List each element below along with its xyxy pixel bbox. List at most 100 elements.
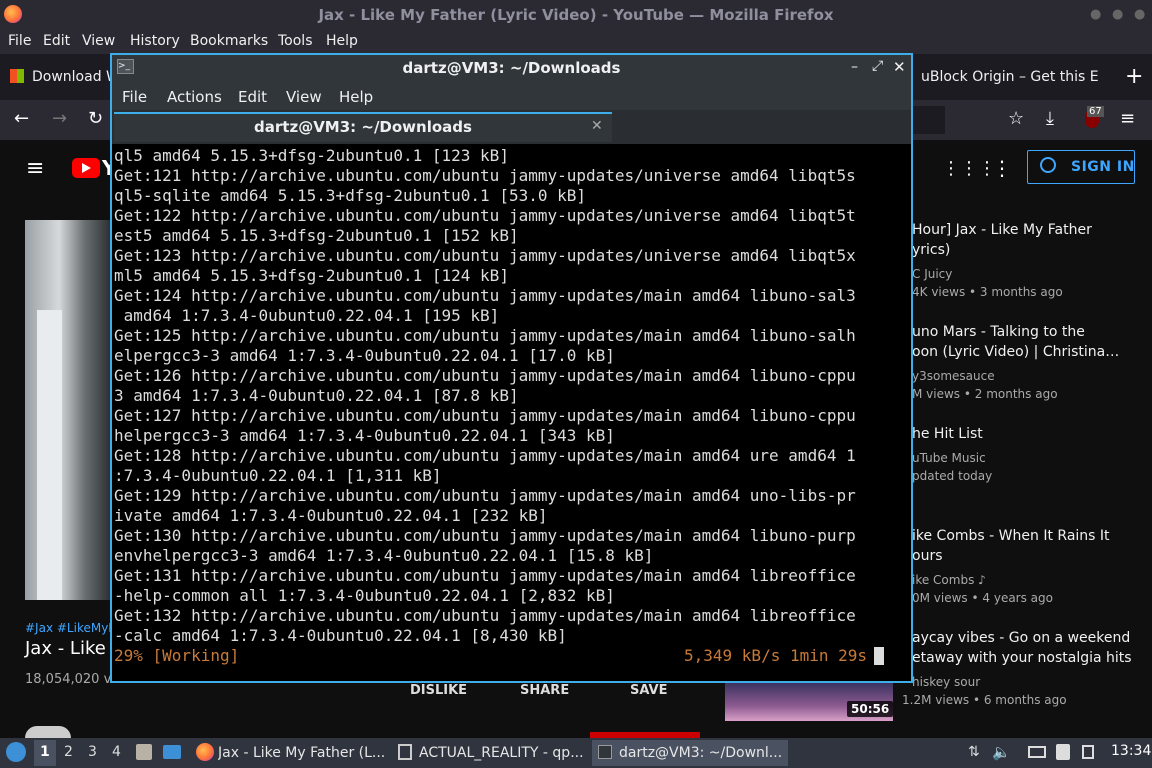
rec-2-channel: y3somesauce (912, 369, 995, 383)
show-desktop-icon[interactable] (163, 745, 181, 759)
bookmark-star-icon[interactable]: ☆ (1008, 108, 1024, 129)
terminal-menu-actions[interactable]: Actions (167, 88, 222, 106)
video-frame (37, 310, 62, 600)
terminal-line: :7.3.4-0ubuntu0.22.04.1 [1,311 kB] (114, 466, 442, 485)
battery-icon[interactable] (1082, 745, 1094, 759)
channel-avatar[interactable] (25, 726, 71, 738)
rec-3-title-line1[interactable]: he Hit List (912, 424, 1142, 444)
workspace-3[interactable]: 3 (88, 744, 97, 760)
new-tab-button[interactable]: + (1125, 64, 1143, 89)
terminal-line: Get:130 http://archive.ubuntu.com/ubuntu… (114, 526, 856, 545)
display-icon[interactable] (1028, 746, 1046, 758)
terminal-line: ivate amd64 1:7.3.4-0ubuntu0.22.04.1 [23… (114, 506, 548, 525)
terminal-menu-help[interactable]: Help (339, 88, 373, 106)
tab-download[interactable]: Download W (32, 69, 112, 85)
terminal-line: Get:129 http://archive.ubuntu.com/ubuntu… (114, 486, 856, 505)
video-action-dislike[interactable]: DISLIKE (410, 683, 467, 698)
workspace-2[interactable]: 2 (64, 744, 73, 760)
video-hashtags[interactable]: #Jax #LikeMyFa (25, 621, 121, 635)
rec-1-meta: 4K views • 3 months ago (912, 285, 1063, 299)
rec-4-title-line2[interactable]: ours (912, 546, 1142, 566)
menu-history[interactable]: History (130, 33, 180, 49)
rec-5-title-line2[interactable]: etaway with your nostalgia hits (912, 648, 1142, 668)
menu-help[interactable]: Help (326, 33, 358, 49)
terminal-line: helpergcc3-3 amd64 1:7.3.4-0ubuntu0.22.0… (114, 426, 615, 445)
terminal-tab-label: dartz@VM3: ~/Downloads (254, 118, 472, 136)
terminal-line: Get:123 http://archive.ubuntu.com/ubuntu… (114, 246, 856, 265)
apt-download-rate: 5,349 kB/s 1min 29s (684, 646, 868, 665)
terminal-line: Get:128 http://archive.ubuntu.com/ubuntu… (114, 446, 856, 465)
video-action-share[interactable]: SHARE (520, 683, 569, 698)
terminal-taskbar-icon (598, 745, 612, 759)
menu-edit[interactable]: Edit (43, 33, 70, 49)
taskbar-item-firefox[interactable]: Jax - Like My Father (L... (218, 740, 388, 766)
file-manager-icon[interactable] (136, 744, 152, 760)
terminal-line: Get:127 http://archive.ubuntu.com/ubuntu… (114, 406, 856, 425)
terminal-menu-edit[interactable]: Edit (238, 88, 267, 106)
taskbar-item-qpdf[interactable]: ACTUAL_REALITY - qp... (419, 740, 589, 766)
terminal-tab-close-icon[interactable]: ✕ (591, 118, 603, 134)
terminal-line: elpergcc3-3 amd64 1:7.3.4-0ubuntu0.22.04… (114, 346, 615, 365)
rec-1-title-line1[interactable]: Hour] Jax - Like My Father (912, 220, 1142, 240)
terminal-line: Get:122 http://archive.ubuntu.com/ubuntu… (114, 206, 856, 225)
menu-view[interactable]: View (82, 33, 115, 49)
menu-tools[interactable]: Tools (278, 33, 313, 49)
terminal-line: envhelpergcc3-3 amd64 1:7.3.4-0ubuntu0.2… (114, 546, 654, 565)
qpdf-taskbar-icon (398, 744, 412, 760)
video-action-save[interactable]: SAVE (630, 683, 667, 698)
terminal-close-icon[interactable]: ✕ (893, 58, 906, 76)
network-icon[interactable]: ⇅ (968, 744, 980, 760)
hamburger-menu-icon[interactable]: ≡ (1120, 108, 1135, 129)
terminal-line: est5 amd64 5.15.3+dfsg-2ubuntu0.1 [152 k… (114, 226, 519, 245)
terminal-minimize-icon[interactable]: – (851, 59, 858, 75)
menu-file[interactable]: File (8, 33, 31, 49)
maximize-icon[interactable]: ● (1112, 7, 1123, 22)
volume-icon[interactable]: 🔈 (992, 743, 1011, 761)
firefox-taskbar-icon (196, 743, 214, 761)
minimize-icon[interactable]: ● (1090, 7, 1101, 22)
terminal-menu-view[interactable]: View (286, 88, 322, 106)
rec-4-title-line1[interactable]: ike Combs - When It Rains It (912, 526, 1142, 546)
rec-5-duration: 50:56 (847, 701, 894, 717)
back-icon[interactable]: ← (14, 108, 29, 129)
clipboard-icon[interactable] (1056, 744, 1070, 760)
forward-icon[interactable]: → (52, 108, 67, 129)
guide-menu-icon[interactable]: ≡ (26, 156, 44, 181)
rec-3-meta: pdated today (912, 469, 993, 483)
sign-in-label: SIGN IN (1071, 159, 1135, 175)
rec-5-channel: hiskey sour (912, 675, 981, 689)
terminal-menu-file[interactable]: File (122, 88, 147, 106)
clock[interactable]: 13:34 (1111, 743, 1151, 759)
rec-2-title-line1[interactable]: uno Mars - Talking to the (912, 322, 1142, 342)
workspace-4[interactable]: 4 (112, 744, 121, 760)
menu-bookmarks[interactable]: Bookmarks (190, 33, 268, 49)
taskbar-item-terminal[interactable]: dartz@VM3: ~/Downl... (619, 740, 785, 766)
rec-2-title-line2[interactable]: oon (Lyric Video) | Christina… (912, 342, 1142, 362)
terminal-line: Get:124 http://archive.ubuntu.com/ubuntu… (114, 286, 856, 305)
rec-4-channel: ike Combs ♪ (912, 573, 986, 587)
terminal-line: -help-common all 1:7.3.4-0ubuntu0.22.04.… (114, 586, 615, 605)
terminal-menubar (112, 82, 911, 110)
reload-icon[interactable]: ↻ (88, 108, 103, 129)
terminal-title: dartz@VM3: ~/Downloads (402, 59, 621, 77)
terminal-line: Get:132 http://archive.ubuntu.com/ubuntu… (114, 606, 856, 625)
start-menu-icon[interactable] (6, 742, 26, 762)
terminal-line: Get:131 http://archive.ubuntu.com/ubuntu… (114, 566, 856, 585)
play-icon (82, 163, 91, 173)
rec-5-title-line1[interactable]: aycay vibes - Go on a weekend (912, 628, 1142, 648)
terminal-line: -calc amd64 1:7.3.4-0ubuntu0.22.04.1 [8,… (114, 626, 567, 645)
account-icon (1040, 157, 1056, 173)
close-icon[interactable]: ● (1134, 7, 1145, 22)
rec-2-meta: M views • 2 months ago (912, 387, 1058, 401)
rec-1-title-line2[interactable]: yrics) (912, 240, 1142, 260)
workspace-1[interactable]: 1 (40, 744, 50, 760)
tab-ublock[interactable]: uBlock Origin – Get this E (921, 69, 1101, 85)
terminal-maximize-icon[interactable]: ⤢ (872, 58, 883, 74)
rec-1-channel: C Juicy (912, 267, 953, 281)
downloads-icon[interactable]: ⤓ (1046, 108, 1054, 129)
rec-3-channel: uTube Music (912, 451, 986, 465)
apt-progress-status: 29% [Working] (114, 646, 240, 665)
apps-grid-icon[interactable]: ⋮⋮⋮ (942, 158, 996, 179)
more-options-icon[interactable]: ⋮ (992, 156, 1012, 180)
terminal-line: ml5 amd64 5.15.3+dfsg-2ubuntu0.1 [124 kB… (114, 266, 509, 285)
